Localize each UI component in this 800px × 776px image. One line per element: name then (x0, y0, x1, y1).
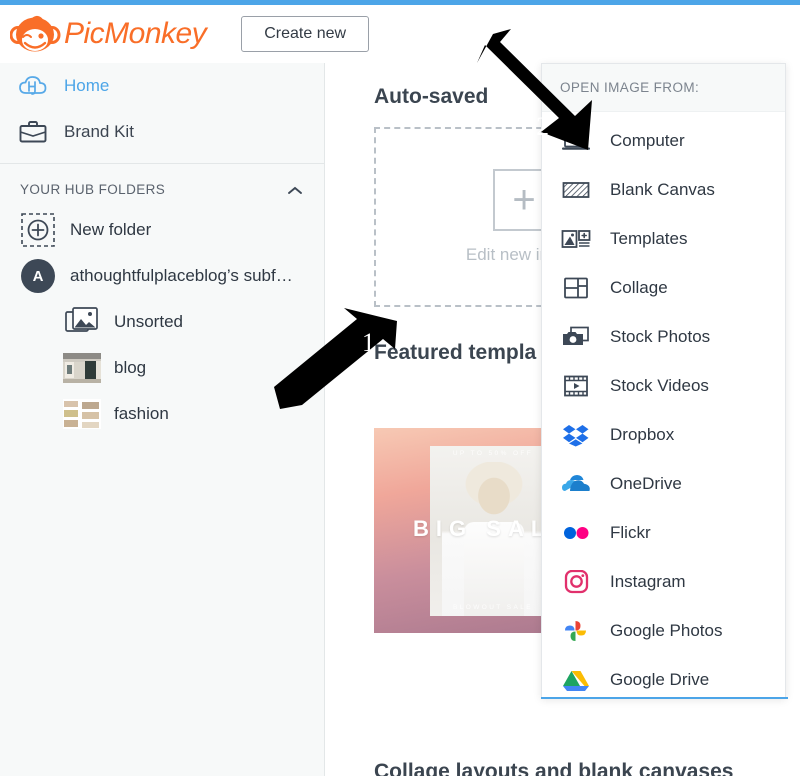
monkey-logo-icon (10, 15, 61, 51)
film-strip-icon (558, 371, 594, 401)
flickr-icon (558, 518, 594, 548)
templates-icon (558, 224, 594, 254)
sidebar-folder-unsorted-label: Unsorted (114, 312, 183, 331)
sidebar-folder-subfolder[interactable]: A athoughtfulplaceblog’s subf… (0, 253, 324, 299)
camera-icon (558, 322, 594, 352)
dropdown-item-stock-photos[interactable]: Stock Photos (542, 312, 785, 361)
dropdown-bottom-accent (541, 697, 788, 699)
dropdown-item-onedrive[interactable]: OneDrive (542, 459, 785, 508)
sidebar-folder-new-folder-label: New folder (70, 220, 152, 239)
annotation-number-1: 1 (362, 328, 375, 357)
hub-folders-title: YOUR HUB FOLDERS (20, 182, 166, 197)
dropdown-item-onedrive-label: OneDrive (610, 473, 682, 493)
sidebar-item-brand-kit-label: Brand Kit (64, 122, 134, 141)
app-header: PicMonkey Create new (0, 5, 800, 63)
dropdown-item-instagram-label: Instagram (610, 571, 686, 591)
dropdown-item-google-photos-label: Google Photos (610, 620, 723, 640)
dropdown-item-blank-canvas-label: Blank Canvas (610, 179, 715, 199)
dropdown-item-google-drive-label: Google Drive (610, 669, 710, 689)
dropdown-item-blank-canvas[interactable]: Blank Canvas (542, 165, 785, 214)
dropdown-list: Computer Blank Canvas Templates Collage … (542, 112, 785, 704)
cloud-h-icon (18, 72, 50, 100)
sidebar-folder-blog-label: blog (114, 358, 147, 377)
thumbnail-house (62, 349, 102, 387)
sidebar-folder-subfolder-label: athoughtfulplaceblog’s subf… (70, 266, 293, 285)
avatar-initial: A (21, 259, 55, 293)
sidebar-item-brand-kit[interactable]: Brand Kit (0, 109, 324, 155)
sidebar: Home Brand Kit YOUR HUB FOLDERS New fold… (0, 63, 325, 776)
dropdown-item-templates-label: Templates (610, 228, 688, 248)
sidebar-folder-new-folder[interactable]: New folder (0, 207, 324, 253)
onedrive-icon (558, 469, 594, 499)
avatar: A (18, 257, 58, 295)
thumbnail-palette (62, 395, 102, 433)
dropdown-item-stock-photos-label: Stock Photos (610, 326, 711, 346)
collage-grid-icon (558, 273, 594, 303)
dropdown-item-flickr-label: Flickr (610, 522, 651, 542)
dropdown-item-templates[interactable]: Templates (542, 214, 785, 263)
google-photos-icon (558, 616, 594, 646)
photos-stack-icon (62, 303, 102, 341)
dropdown-item-dropbox-label: Dropbox (610, 424, 675, 444)
dropdown-item-collage[interactable]: Collage (542, 263, 785, 312)
logo-wordmark: PicMonkey (64, 16, 207, 50)
dropdown-item-stock-videos[interactable]: Stock Videos (542, 361, 785, 410)
briefcase-icon (18, 118, 50, 146)
annotation-number-2: 2 (536, 112, 549, 141)
dropdown-item-collage-label: Collage (610, 277, 668, 297)
annotation-arrow-2 (477, 29, 592, 150)
dropdown-item-flickr[interactable]: Flickr (542, 508, 785, 557)
chevron-up-icon[interactable] (286, 184, 304, 196)
dropbox-icon (558, 420, 594, 450)
picmonkey-logo[interactable]: PicMonkey (10, 14, 207, 54)
dropdown-item-dropbox[interactable]: Dropbox (542, 410, 785, 459)
sidebar-item-home[interactable]: Home (0, 63, 324, 109)
annotation-arrow-1 (274, 308, 397, 409)
sidebar-item-home-label: Home (64, 76, 110, 95)
sidebar-folder-fashion-label: fashion (114, 404, 169, 423)
instagram-icon (558, 567, 594, 597)
collage-layouts-heading: Collage layouts and blank canvases (374, 760, 734, 776)
dropdown-item-computer-label: Computer (610, 130, 685, 150)
dropdown-item-instagram[interactable]: Instagram (542, 557, 785, 606)
add-folder-icon (18, 211, 58, 249)
dropdown-item-google-photos[interactable]: Google Photos (542, 606, 785, 655)
dropdown-item-stock-videos-label: Stock Videos (610, 375, 709, 395)
hatched-rect-icon (558, 175, 594, 205)
hub-folders-section-header[interactable]: YOUR HUB FOLDERS (0, 164, 324, 207)
create-new-button[interactable]: Create new (241, 15, 370, 52)
picmonkey-hub-page: PicMonkey Create new Home Brand Kit YOUR… (0, 0, 800, 776)
open-image-from-dropdown: OPEN IMAGE FROM: Computer Blank Canvas T… (541, 63, 788, 699)
google-drive-icon (558, 665, 594, 695)
